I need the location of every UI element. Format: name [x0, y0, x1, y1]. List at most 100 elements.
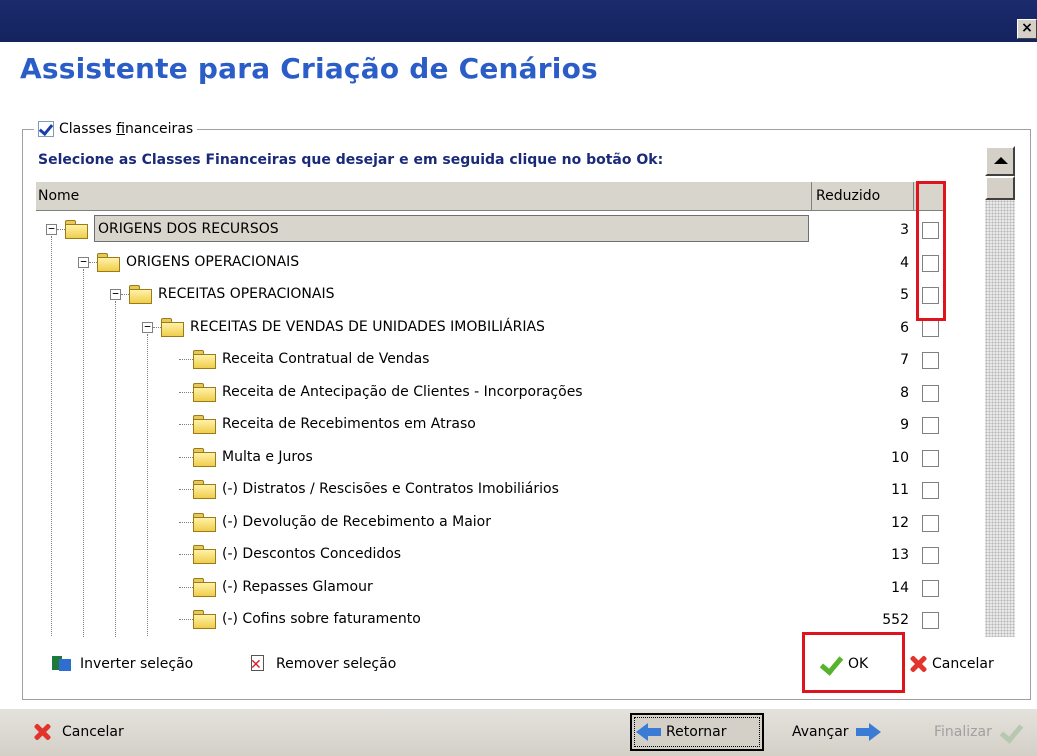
reduced-code: 5: [900, 287, 909, 303]
tree-node-label[interactable]: (-) Cofins sobre faturamento: [222, 611, 421, 627]
tree-row[interactable]: (-) Repasses Glamour 14: [36, 572, 946, 604]
folder-icon: [192, 545, 218, 565]
tree-connector: [179, 359, 193, 360]
tree-row[interactable]: Receita de Recebimentos em Atraso 9: [36, 409, 946, 441]
scroll-thumb[interactable]: [985, 176, 1015, 200]
row-checkbox[interactable]: [922, 612, 939, 629]
close-icon[interactable]: ×: [1021, 20, 1033, 36]
row-checkbox[interactable]: [922, 547, 939, 564]
tree-row[interactable]: − RECEITAS DE VENDAS DE UNIDADES IMOBILIÁ…: [36, 312, 946, 344]
class-tree: − ORIGENS DOS RECURSOS 3 − ORIGENS OPERACION…: [36, 212, 946, 637]
row-checkbox[interactable]: [922, 417, 939, 434]
close-button[interactable]: ×: [1017, 19, 1037, 39]
tree-node-label[interactable]: (-) Repasses Glamour: [222, 579, 373, 595]
row-checkbox[interactable]: [922, 449, 939, 467]
classes-checkbox-label[interactable]: Classes financeiras: [34, 119, 198, 139]
folder-icon: [192, 610, 218, 630]
classes-label: Classes financeiras: [59, 121, 194, 137]
tree-row[interactable]: (-) Devolução de Recebimento a Maior 12: [36, 507, 946, 539]
collapse-toggle-icon[interactable]: −: [110, 288, 121, 300]
tree-connector: [179, 619, 193, 620]
column-divider[interactable]: [811, 182, 812, 210]
folder-icon: [192, 415, 218, 435]
row-checkbox[interactable]: [922, 579, 939, 597]
row-checkbox[interactable]: [922, 482, 939, 499]
reduced-code: 7: [900, 352, 909, 368]
tree-node-label[interactable]: Receita de Recebimentos em Atraso: [222, 416, 476, 432]
arrow-right-icon: [853, 721, 881, 743]
tree-connector: [83, 268, 84, 637]
folder-icon: [192, 350, 218, 370]
remove-selection-icon: ✕: [248, 654, 270, 674]
folder-icon: [192, 512, 218, 533]
folder-icon: [192, 447, 218, 468]
cancel-x-icon: [908, 654, 928, 674]
title-bar: ×: [0, 0, 1037, 42]
finish-label: Finalizar: [934, 724, 992, 740]
reduced-code: 4: [900, 254, 909, 271]
scroll-up-button[interactable]: [985, 146, 1015, 176]
tree-connector: [115, 301, 116, 637]
collapse-toggle-icon[interactable]: −: [46, 223, 57, 235]
cancel-x-icon: [32, 722, 52, 742]
row-checkbox[interactable]: [922, 352, 939, 369]
back-label: Retornar: [666, 724, 727, 740]
collapse-toggle-icon[interactable]: −: [142, 321, 153, 333]
tree-node-label[interactable]: RECEITAS OPERACIONAIS: [158, 286, 335, 302]
collapse-toggle-icon[interactable]: −: [78, 256, 89, 268]
vertical-scrollbar[interactable]: [985, 146, 1015, 637]
reduced-code: 12: [891, 514, 909, 531]
tree-row[interactable]: Receita Contratual de Vendas 7: [36, 344, 946, 376]
invert-selection-button[interactable]: Inverter seleção: [52, 654, 193, 674]
folder-icon: [192, 480, 218, 500]
tree-node-label[interactable]: (-) Devolução de Recebimento a Maior: [222, 514, 491, 530]
column-divider[interactable]: [913, 182, 914, 210]
tree-connector: [179, 521, 193, 523]
tree-node-label[interactable]: Receita Contratual de Vendas: [222, 351, 429, 367]
tree-node-label[interactable]: ORIGENS DOS RECURSOS: [94, 215, 809, 242]
reduced-code: 6: [900, 319, 909, 336]
back-button[interactable]: Retornar: [630, 713, 764, 751]
tree-row[interactable]: (-) Distratos / Rescisões e Contratos Im…: [36, 474, 946, 506]
reduced-code: 10: [891, 449, 909, 466]
cancel-selection-label: Cancelar: [932, 656, 994, 672]
tree-node-label[interactable]: Multa e Juros: [222, 449, 313, 465]
tree-node-label[interactable]: (-) Distratos / Rescisões e Contratos Im…: [222, 481, 559, 497]
instruction-text: Selecione as Classes Financeiras que des…: [38, 152, 664, 168]
tree-connector: [51, 236, 52, 637]
tree-row[interactable]: − ORIGENS DOS RECURSOS 3: [36, 214, 946, 246]
remove-selection-button[interactable]: ✕ Remover seleção: [248, 654, 396, 674]
tree-connector: [147, 333, 148, 637]
tree-row[interactable]: Multa e Juros 10: [36, 442, 946, 474]
tree-connector: [179, 424, 193, 425]
column-header-reduced[interactable]: Reduzido: [816, 188, 880, 204]
reduced-code: 13: [891, 547, 909, 563]
tree-row[interactable]: − ORIGENS OPERACIONAIS 4: [36, 247, 946, 279]
highlight-checkbox-column: [916, 181, 946, 321]
footer-cancel-button[interactable]: Cancelar: [32, 717, 124, 747]
tree-connector: [179, 391, 193, 393]
tree-node-label[interactable]: Receita de Antecipação de Clientes - Inc…: [222, 384, 583, 400]
tree-row[interactable]: (-) Descontos Concedidos 13: [36, 539, 946, 571]
tree-node-label[interactable]: RECEITAS DE VENDAS DE UNIDADES IMOBILIÁR…: [190, 319, 545, 335]
folder-icon: [64, 220, 90, 240]
tree-connector: [179, 489, 193, 490]
next-button[interactable]: Avançar: [792, 717, 881, 747]
row-checkbox[interactable]: [922, 319, 939, 337]
tree-node-label[interactable]: ORIGENS OPERACIONAIS: [126, 254, 299, 270]
tree-connector: [179, 586, 193, 588]
folder-icon: [160, 317, 186, 338]
row-checkbox[interactable]: [922, 384, 939, 402]
column-header-name[interactable]: Nome: [38, 188, 79, 204]
folder-icon: [96, 252, 122, 273]
reduced-code: 11: [891, 482, 909, 498]
classes-checkbox[interactable]: [38, 121, 54, 137]
next-label: Avançar: [792, 724, 849, 740]
reduced-code: 552: [882, 612, 909, 628]
tree-node-label[interactable]: (-) Descontos Concedidos: [222, 546, 401, 562]
cancel-selection-button[interactable]: Cancelar: [908, 644, 994, 684]
finish-button[interactable]: Finalizar: [934, 717, 1022, 747]
row-checkbox[interactable]: [922, 514, 939, 532]
tree-row[interactable]: − RECEITAS OPERACIONAIS 5: [36, 279, 946, 311]
tree-row[interactable]: Receita de Antecipação de Clientes - Inc…: [36, 377, 946, 409]
